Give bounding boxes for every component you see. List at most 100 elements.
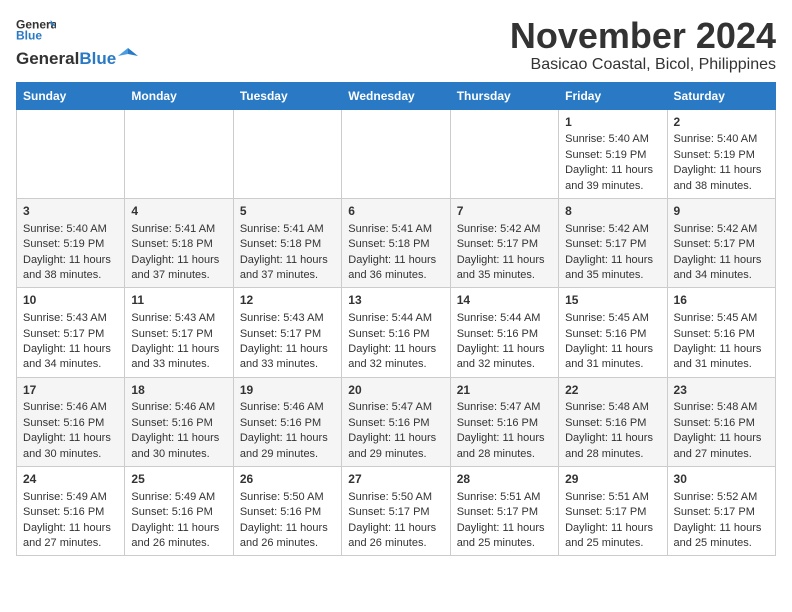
day-info: Sunset: 5:17 PM xyxy=(565,237,660,252)
day-info: Sunset: 5:16 PM xyxy=(240,416,335,431)
weekday-header: Tuesday xyxy=(233,82,341,109)
day-info: Sunset: 5:16 PM xyxy=(565,416,660,431)
day-info: Sunset: 5:16 PM xyxy=(457,416,552,431)
calendar-header: SundayMondayTuesdayWednesdayThursdayFrid… xyxy=(17,82,776,109)
day-info: Daylight: 11 hours and 26 minutes. xyxy=(240,521,335,552)
day-info: Daylight: 11 hours and 30 minutes. xyxy=(23,431,118,462)
weekday-header: Wednesday xyxy=(342,82,450,109)
day-number: 28 xyxy=(457,471,552,488)
day-info: Sunrise: 5:50 AM xyxy=(348,490,443,505)
logo: General Blue General Blue xyxy=(16,16,138,69)
day-info: Sunset: 5:16 PM xyxy=(348,416,443,431)
day-info: Sunset: 5:17 PM xyxy=(348,505,443,520)
calendar-cell: 1Sunrise: 5:40 AMSunset: 5:19 PMDaylight… xyxy=(559,109,667,198)
day-info: Sunset: 5:17 PM xyxy=(674,237,769,252)
day-number: 1 xyxy=(565,114,660,131)
weekday-header: Monday xyxy=(125,82,233,109)
day-number: 25 xyxy=(131,471,226,488)
calendar-week-row: 3Sunrise: 5:40 AMSunset: 5:19 PMDaylight… xyxy=(17,198,776,287)
day-number: 13 xyxy=(348,292,443,309)
day-info: Sunrise: 5:47 AM xyxy=(457,400,552,415)
day-number: 22 xyxy=(565,382,660,399)
day-info: Sunset: 5:19 PM xyxy=(674,148,769,163)
calendar-cell: 8Sunrise: 5:42 AMSunset: 5:17 PMDaylight… xyxy=(559,198,667,287)
day-info: Sunrise: 5:46 AM xyxy=(23,400,118,415)
calendar-cell: 24Sunrise: 5:49 AMSunset: 5:16 PMDayligh… xyxy=(17,467,125,556)
calendar-cell: 19Sunrise: 5:46 AMSunset: 5:16 PMDayligh… xyxy=(233,377,341,466)
day-number: 8 xyxy=(565,203,660,220)
day-info: Sunrise: 5:41 AM xyxy=(348,222,443,237)
day-number: 4 xyxy=(131,203,226,220)
calendar-cell: 9Sunrise: 5:42 AMSunset: 5:17 PMDaylight… xyxy=(667,198,775,287)
day-number: 5 xyxy=(240,203,335,220)
day-info: Sunset: 5:16 PM xyxy=(457,327,552,342)
day-info: Daylight: 11 hours and 32 minutes. xyxy=(348,342,443,373)
calendar-cell: 26Sunrise: 5:50 AMSunset: 5:16 PMDayligh… xyxy=(233,467,341,556)
svg-text:Blue: Blue xyxy=(16,28,42,42)
day-info: Sunrise: 5:43 AM xyxy=(23,311,118,326)
calendar-table: SundayMondayTuesdayWednesdayThursdayFrid… xyxy=(16,82,776,557)
calendar-cell: 13Sunrise: 5:44 AMSunset: 5:16 PMDayligh… xyxy=(342,288,450,377)
day-info: Sunset: 5:16 PM xyxy=(131,416,226,431)
calendar-cell: 6Sunrise: 5:41 AMSunset: 5:18 PMDaylight… xyxy=(342,198,450,287)
day-info: Daylight: 11 hours and 27 minutes. xyxy=(23,521,118,552)
day-number: 27 xyxy=(348,471,443,488)
day-number: 26 xyxy=(240,471,335,488)
day-number: 11 xyxy=(131,292,226,309)
day-info: Sunrise: 5:51 AM xyxy=(565,490,660,505)
day-info: Sunrise: 5:46 AM xyxy=(240,400,335,415)
calendar-cell: 28Sunrise: 5:51 AMSunset: 5:17 PMDayligh… xyxy=(450,467,558,556)
day-info: Sunrise: 5:45 AM xyxy=(565,311,660,326)
day-info: Sunset: 5:18 PM xyxy=(131,237,226,252)
calendar-cell: 10Sunrise: 5:43 AMSunset: 5:17 PMDayligh… xyxy=(17,288,125,377)
calendar-cell: 14Sunrise: 5:44 AMSunset: 5:16 PMDayligh… xyxy=(450,288,558,377)
logo-icon: General Blue xyxy=(16,16,56,44)
day-info: Sunrise: 5:40 AM xyxy=(565,132,660,147)
day-number: 7 xyxy=(457,203,552,220)
day-number: 10 xyxy=(23,292,118,309)
day-info: Daylight: 11 hours and 39 minutes. xyxy=(565,163,660,194)
day-number: 15 xyxy=(565,292,660,309)
day-info: Daylight: 11 hours and 25 minutes. xyxy=(674,521,769,552)
calendar-cell: 25Sunrise: 5:49 AMSunset: 5:16 PMDayligh… xyxy=(125,467,233,556)
day-info: Sunrise: 5:46 AM xyxy=(131,400,226,415)
day-number: 17 xyxy=(23,382,118,399)
day-number: 21 xyxy=(457,382,552,399)
day-info: Daylight: 11 hours and 38 minutes. xyxy=(674,163,769,194)
title-block: November 2024 Basicao Coastal, Bicol, Ph… xyxy=(510,16,776,74)
day-info: Sunset: 5:16 PM xyxy=(348,327,443,342)
page-header: General Blue General Blue November 2024 … xyxy=(16,16,776,74)
day-info: Daylight: 11 hours and 37 minutes. xyxy=(240,253,335,284)
calendar-week-row: 1Sunrise: 5:40 AMSunset: 5:19 PMDaylight… xyxy=(17,109,776,198)
calendar-cell: 7Sunrise: 5:42 AMSunset: 5:17 PMDaylight… xyxy=(450,198,558,287)
day-info: Daylight: 11 hours and 25 minutes. xyxy=(457,521,552,552)
location-subtitle: Basicao Coastal, Bicol, Philippines xyxy=(510,56,776,74)
day-info: Sunrise: 5:40 AM xyxy=(23,222,118,237)
day-info: Daylight: 11 hours and 30 minutes. xyxy=(131,431,226,462)
calendar-cell: 5Sunrise: 5:41 AMSunset: 5:18 PMDaylight… xyxy=(233,198,341,287)
calendar-cell: 27Sunrise: 5:50 AMSunset: 5:17 PMDayligh… xyxy=(342,467,450,556)
day-number: 16 xyxy=(674,292,769,309)
calendar-cell: 18Sunrise: 5:46 AMSunset: 5:16 PMDayligh… xyxy=(125,377,233,466)
calendar-cell xyxy=(233,109,341,198)
day-number: 24 xyxy=(23,471,118,488)
calendar-cell: 2Sunrise: 5:40 AMSunset: 5:19 PMDaylight… xyxy=(667,109,775,198)
day-info: Sunset: 5:16 PM xyxy=(565,327,660,342)
calendar-cell: 3Sunrise: 5:40 AMSunset: 5:19 PMDaylight… xyxy=(17,198,125,287)
calendar-cell: 29Sunrise: 5:51 AMSunset: 5:17 PMDayligh… xyxy=(559,467,667,556)
day-number: 9 xyxy=(674,203,769,220)
day-number: 2 xyxy=(674,114,769,131)
calendar-week-row: 17Sunrise: 5:46 AMSunset: 5:16 PMDayligh… xyxy=(17,377,776,466)
calendar-cell: 30Sunrise: 5:52 AMSunset: 5:17 PMDayligh… xyxy=(667,467,775,556)
day-number: 23 xyxy=(674,382,769,399)
day-info: Sunrise: 5:48 AM xyxy=(674,400,769,415)
day-number: 18 xyxy=(131,382,226,399)
day-info: Daylight: 11 hours and 31 minutes. xyxy=(674,342,769,373)
day-info: Sunrise: 5:47 AM xyxy=(348,400,443,415)
day-info: Daylight: 11 hours and 31 minutes. xyxy=(565,342,660,373)
day-info: Sunset: 5:16 PM xyxy=(240,505,335,520)
day-info: Sunrise: 5:45 AM xyxy=(674,311,769,326)
day-info: Sunrise: 5:49 AM xyxy=(23,490,118,505)
calendar-cell: 12Sunrise: 5:43 AMSunset: 5:17 PMDayligh… xyxy=(233,288,341,377)
day-info: Sunrise: 5:51 AM xyxy=(457,490,552,505)
